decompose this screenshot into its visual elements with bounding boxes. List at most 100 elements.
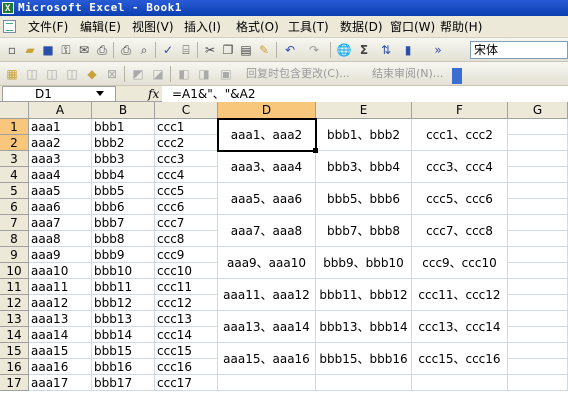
menu-tools[interactable]: 工具(T) xyxy=(288,20,329,34)
cell-a5[interactable]: aaa5 xyxy=(29,183,92,199)
chart-wizard-icon[interactable]: ▮ xyxy=(400,42,416,58)
cell-a7[interactable]: aaa7 xyxy=(29,215,92,231)
cell-a8[interactable]: aaa8 xyxy=(29,231,92,247)
cell-c12[interactable]: ccc12 xyxy=(155,295,218,311)
menu-window[interactable]: 窗口(W) xyxy=(390,20,435,34)
delete-comment-icon[interactable]: ⊠ xyxy=(104,66,120,82)
cell-g7[interactable] xyxy=(508,215,568,231)
merged-cell-e1[interactable]: bbb1、bbb2 xyxy=(316,119,412,151)
cell-c15[interactable]: ccc15 xyxy=(155,343,218,359)
cell-c14[interactable]: ccc14 xyxy=(155,327,218,343)
row-header-5[interactable]: 5 xyxy=(0,183,29,199)
cell-a16[interactable]: aaa16 xyxy=(29,359,92,375)
merged-cell-d7[interactable]: aaa7、aaa8 xyxy=(218,215,316,247)
cell-b9[interactable]: bbb9 xyxy=(92,247,155,263)
row-header-12[interactable]: 12 xyxy=(0,295,29,311)
cell-b10[interactable]: bbb10 xyxy=(92,263,155,279)
cell-a17[interactable]: aaa17 xyxy=(29,375,92,391)
print-icon[interactable]: ⎙ xyxy=(94,42,110,58)
workbook-icon[interactable] xyxy=(3,20,16,33)
column-header-a[interactable]: A xyxy=(29,102,92,119)
print-icon[interactable]: ⎙ xyxy=(118,42,134,58)
cell-a15[interactable]: aaa15 xyxy=(29,343,92,359)
cell-b4[interactable]: bbb4 xyxy=(92,167,155,183)
row-header-4[interactable]: 4 xyxy=(0,167,29,183)
menu-format[interactable]: 格式(O) xyxy=(236,20,279,34)
merged-cell-d11[interactable]: aaa11、aaa12 xyxy=(218,279,316,311)
cell-a13[interactable]: aaa13 xyxy=(29,311,92,327)
print-preview-icon[interactable]: ⌕ xyxy=(136,42,152,58)
cell-b8[interactable]: bbb8 xyxy=(92,231,155,247)
cell-g13[interactable] xyxy=(508,311,568,327)
column-header-e[interactable]: E xyxy=(316,102,412,119)
cell-b15[interactable]: bbb15 xyxy=(92,343,155,359)
cell-c17[interactable]: ccc17 xyxy=(155,375,218,391)
hyperlink-icon[interactable]: 🌐 xyxy=(336,42,352,58)
merged-cell-f15[interactable]: ccc15、ccc16 xyxy=(412,343,508,375)
autosum-icon[interactable]: Σ xyxy=(356,42,372,58)
cell-g10[interactable] xyxy=(508,263,568,279)
cell-g8[interactable] xyxy=(508,231,568,247)
cell-c13[interactable]: ccc13 xyxy=(155,311,218,327)
accept-change-icon[interactable]: ◧ xyxy=(176,66,192,82)
merged-cell-e5[interactable]: bbb5、bbb6 xyxy=(316,183,412,215)
merged-cell-f5[interactable]: ccc5、ccc6 xyxy=(412,183,508,215)
font-name-input[interactable]: 宋体 xyxy=(470,41,568,59)
cell-b17[interactable]: bbb17 xyxy=(92,375,155,391)
end-review-button[interactable]: 结束审阅(N)... xyxy=(372,67,443,81)
column-header-c[interactable]: C xyxy=(155,102,218,119)
row-header-8[interactable]: 8 xyxy=(0,231,29,247)
cell-a1[interactable]: aaa1 xyxy=(29,119,92,135)
cell-b5[interactable]: bbb5 xyxy=(92,183,155,199)
cell-a10[interactable]: aaa10 xyxy=(29,263,92,279)
cell-a2[interactable]: aaa2 xyxy=(29,135,92,151)
column-header-b[interactable]: B xyxy=(92,102,155,119)
cell-b7[interactable]: bbb7 xyxy=(92,215,155,231)
row-header-13[interactable]: 13 xyxy=(0,311,29,327)
cell-a14[interactable]: aaa14 xyxy=(29,327,92,343)
merged-cell-f3[interactable]: ccc3、ccc4 xyxy=(412,151,508,183)
merged-cell-e15[interactable]: bbb15、bbb16 xyxy=(316,343,412,375)
cell-b12[interactable]: bbb12 xyxy=(92,295,155,311)
cell-d17[interactable] xyxy=(218,375,316,391)
cell-c11[interactable]: ccc11 xyxy=(155,279,218,295)
cell-g9[interactable] xyxy=(508,247,568,263)
menu-file[interactable]: 文件(F) xyxy=(28,20,68,34)
cell-c1[interactable]: ccc1 xyxy=(155,119,218,135)
redo-icon[interactable]: ↷ xyxy=(306,42,322,58)
cell-b16[interactable]: bbb16 xyxy=(92,359,155,375)
toolbar-options-icon[interactable] xyxy=(452,68,462,84)
cell-c3[interactable]: ccc3 xyxy=(155,151,218,167)
cell-g15[interactable] xyxy=(508,343,568,359)
merged-cell-e13[interactable]: bbb13、bbb14 xyxy=(316,311,412,343)
cell-g6[interactable] xyxy=(508,199,568,215)
comment-icon[interactable]: ◫ xyxy=(64,66,80,82)
cell-g4[interactable] xyxy=(508,167,568,183)
format-painter-icon[interactable]: ✎ xyxy=(256,42,272,58)
cell-a3[interactable]: aaa3 xyxy=(29,151,92,167)
cell-b2[interactable]: bbb2 xyxy=(92,135,155,151)
row-header-2[interactable]: 2 xyxy=(0,135,29,151)
save-icon[interactable]: ■ xyxy=(40,42,56,58)
fill-handle[interactable] xyxy=(313,148,318,153)
cut-icon[interactable]: ✂ xyxy=(202,42,218,58)
sort-ascending-icon[interactable]: ⇅ xyxy=(378,42,394,58)
merged-cell-d9[interactable]: aaa9、aaa10 xyxy=(218,247,316,279)
cell-c4[interactable]: ccc4 xyxy=(155,167,218,183)
cell-g11[interactable] xyxy=(508,279,568,295)
cell-c7[interactable]: ccc7 xyxy=(155,215,218,231)
menu-edit[interactable]: 编辑(E) xyxy=(80,20,121,34)
merged-cell-d15[interactable]: aaa15、aaa16 xyxy=(218,343,316,375)
menu-help[interactable]: 帮助(H) xyxy=(440,20,482,34)
merged-cell-d5[interactable]: aaa5、aaa6 xyxy=(218,183,316,215)
cell-a12[interactable]: aaa12 xyxy=(29,295,92,311)
reply-icon[interactable]: ◫ xyxy=(24,66,40,82)
cell-b6[interactable]: bbb6 xyxy=(92,199,155,215)
column-header-g[interactable]: G xyxy=(508,102,568,119)
cell-c9[interactable]: ccc9 xyxy=(155,247,218,263)
row-header-14[interactable]: 14 xyxy=(0,327,29,343)
cell-b3[interactable]: bbb3 xyxy=(92,151,155,167)
row-header-3[interactable]: 3 xyxy=(0,151,29,167)
column-header-f[interactable]: F xyxy=(412,102,508,119)
chevron-down-icon[interactable] xyxy=(96,91,104,96)
